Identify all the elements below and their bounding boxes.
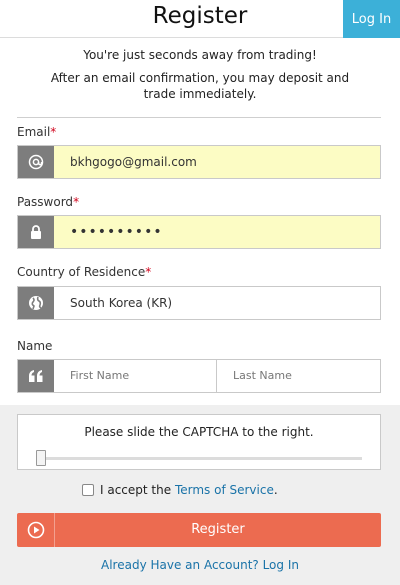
password-label: Password* xyxy=(17,195,80,209)
globe-icon xyxy=(18,287,54,319)
required-mark: * xyxy=(145,265,152,279)
country-select[interactable]: South Korea (KR) xyxy=(17,286,381,320)
register-label: Register xyxy=(191,522,245,537)
email-field[interactable]: bkhgogo@gmail.com xyxy=(17,145,381,179)
captcha-box: Please slide the CAPTCHA to the right. xyxy=(17,414,381,470)
last-name-input[interactable]: Last Name xyxy=(233,360,292,392)
play-circle-icon xyxy=(17,513,55,547)
quote-icon xyxy=(18,360,54,392)
captcha-slider-track xyxy=(36,457,362,460)
terms-checkbox[interactable] xyxy=(82,484,94,496)
email-value: bkhgogo@gmail.com xyxy=(70,155,197,169)
lock-icon xyxy=(18,216,54,248)
terms-link[interactable]: Terms of Service xyxy=(175,483,274,497)
header: Register Log In xyxy=(0,0,400,38)
register-button[interactable]: Register xyxy=(17,513,381,547)
password-field[interactable]: •••••••••• xyxy=(17,215,381,249)
login-button[interactable]: Log In xyxy=(343,0,400,38)
divider xyxy=(17,117,381,118)
page-title: Register xyxy=(152,3,248,29)
country-value: South Korea (KR) xyxy=(70,296,173,310)
name-label: Name xyxy=(17,339,53,353)
required-mark: * xyxy=(50,125,57,139)
required-mark: * xyxy=(73,195,80,209)
email-label: Email* xyxy=(17,125,57,139)
register-page: Register Log In You're just seconds away… xyxy=(0,0,400,585)
first-name-input[interactable]: First Name xyxy=(70,360,129,392)
captcha-slider-handle[interactable] xyxy=(36,450,46,466)
name-field-group: First Name Last Name xyxy=(17,359,381,393)
at-icon xyxy=(18,146,54,178)
terms-row: I accept the Terms of Service. xyxy=(82,483,278,497)
already-have-account-link[interactable]: Already Have an Account? Log In xyxy=(0,558,400,572)
terms-text: I accept the Terms of Service. xyxy=(100,483,278,497)
captcha-instruction: Please slide the CAPTCHA to the right. xyxy=(84,425,314,439)
password-value: •••••••••• xyxy=(70,224,163,240)
name-separator xyxy=(216,360,217,392)
intro-text: After an email confirmation, you may dep… xyxy=(50,71,350,101)
intro-heading: You're just seconds away from trading! xyxy=(83,48,317,62)
country-label: Country of Residence* xyxy=(17,265,152,279)
